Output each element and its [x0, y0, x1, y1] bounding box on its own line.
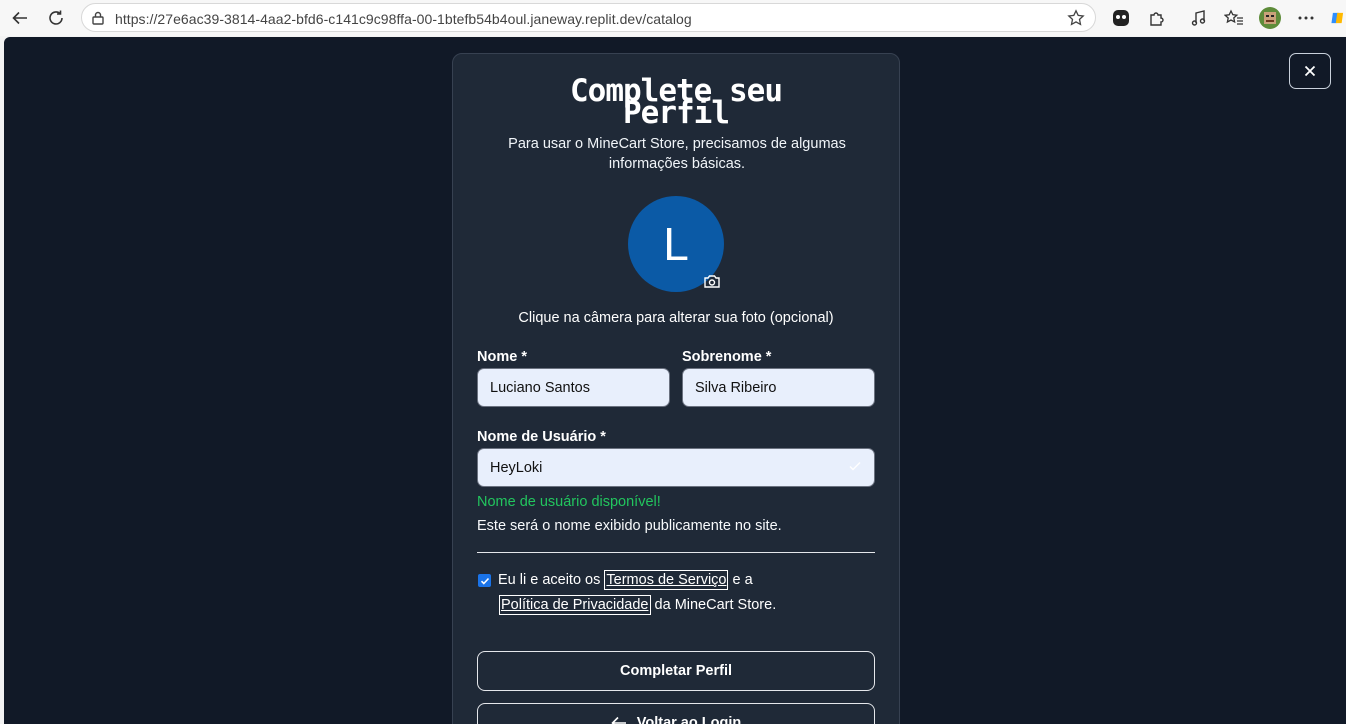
page-overlay: Complete seu Perfil Para usar o MineCart…	[4, 37, 1346, 724]
close-icon	[1304, 65, 1316, 77]
modal-subtitle: Para usar o MineCart Store, precisamos d…	[508, 136, 846, 172]
first-name-label: Nome *	[477, 349, 527, 365]
complete-profile-modal: Complete seu Perfil Para usar o MineCart…	[452, 53, 900, 724]
terms-of-service-link[interactable]: Termos de Serviço	[604, 570, 729, 590]
last-name-value: Silva Ribeiro	[695, 379, 777, 396]
camera-icon[interactable]	[703, 273, 721, 289]
last-name-field[interactable]: Silva Ribeiro	[682, 368, 875, 407]
last-name-label: Sobrenome *	[682, 349, 772, 365]
site-info-icon[interactable]	[91, 10, 105, 26]
reload-icon[interactable]	[43, 6, 69, 30]
more-options-icon[interactable]	[1294, 6, 1318, 30]
extension-app-icon[interactable]	[1109, 6, 1133, 30]
terms-prefix: Eu li e aceito os	[498, 572, 601, 588]
username-field[interactable]: HeyLoki	[477, 448, 875, 487]
username-status: Nome de usuário disponível!	[477, 494, 661, 510]
complete-profile-label: Completar Perfil	[620, 663, 732, 679]
check-icon	[849, 461, 861, 471]
browser-toolbar: https://27e6ac39-3814-4aa2-bfd6-c141c9c9…	[0, 0, 1346, 36]
extensions-puzzle-icon[interactable]	[1145, 6, 1169, 30]
favorites-list-icon[interactable]	[1222, 6, 1246, 30]
terms-line-1: Eu li e aceito os Termos de Serviço e a	[498, 570, 753, 590]
media-control-icon[interactable]	[1187, 6, 1211, 30]
favorite-star-icon[interactable]	[1067, 9, 1085, 27]
terms-line-2: Política de Privacidade da MineCart Stor…	[499, 595, 777, 615]
username-value: HeyLoki	[490, 459, 543, 476]
back-arrow-icon[interactable]	[7, 6, 33, 30]
terms-checkbox[interactable]	[478, 574, 491, 587]
close-button[interactable]	[1289, 53, 1331, 89]
terms-middle: e a	[732, 572, 753, 588]
complete-profile-button[interactable]: Completar Perfil	[477, 651, 875, 691]
address-bar[interactable]: https://27e6ac39-3814-4aa2-bfd6-c141c9c9…	[81, 3, 1096, 32]
avatar-initial: L	[663, 218, 689, 270]
first-name-value: Luciano Santos	[490, 379, 590, 396]
back-to-login-label: Voltar ao Login	[636, 715, 742, 724]
divider	[477, 552, 875, 553]
checkmark-icon	[480, 577, 489, 585]
back-to-login-button[interactable]: Voltar ao Login	[477, 703, 875, 724]
terms-suffix: da MineCart Store.	[654, 597, 777, 613]
url-text: https://27e6ac39-3814-4aa2-bfd6-c141c9c9…	[115, 11, 692, 27]
arrow-left-icon	[611, 716, 626, 724]
modal-title-line2: Perfil	[623, 95, 730, 131]
copilot-icon[interactable]	[1330, 6, 1346, 30]
profile-avatar-icon[interactable]	[1258, 6, 1282, 30]
first-name-field[interactable]: Luciano Santos	[477, 368, 670, 407]
username-hint: Este será o nome exibido publicamente no…	[477, 518, 782, 534]
username-label: Nome de Usuário *	[477, 429, 606, 445]
photo-hint: Clique na câmera para alterar sua foto (…	[518, 310, 834, 326]
privacy-policy-link[interactable]: Política de Privacidade	[499, 595, 651, 615]
